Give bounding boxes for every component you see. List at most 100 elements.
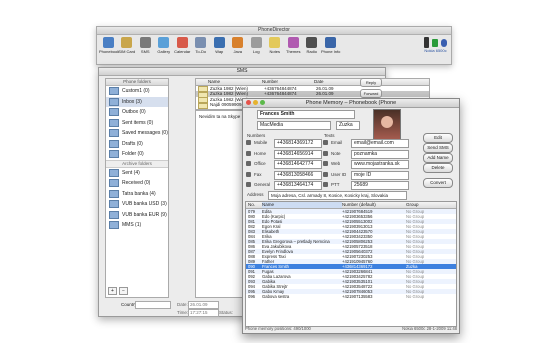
field-value[interactable]: +436814642774 (274, 160, 322, 169)
field-value[interactable]: +436814369172 (274, 139, 322, 148)
field-label: Note (331, 150, 341, 156)
folder-item[interactable]: Tatra banka (4) (106, 189, 168, 200)
add-folder-button[interactable]: + (108, 287, 117, 295)
col-group[interactable]: Group (406, 202, 454, 208)
field-value[interactable]: www.mojastranka.sk (351, 160, 409, 169)
field-value[interactable]: +436813058466 (274, 170, 322, 180)
nickname-field[interactable]: Zuzka (336, 121, 360, 130)
toolbar-item-log[interactable]: Log (247, 36, 266, 64)
toolbar-item-sms[interactable]: SMS (136, 36, 155, 64)
notes-icon (269, 37, 281, 48)
java-icon (232, 37, 244, 48)
toolbar-item-notes[interactable]: Notes (266, 36, 285, 64)
col-number[interactable]: Number (default) (342, 202, 406, 208)
toolbar-item-to-do[interactable]: To-Do (192, 36, 211, 64)
col-number[interactable]: Number (262, 79, 314, 85)
field-label: Home (254, 150, 267, 156)
time-field[interactable]: 17:27:15 (188, 309, 219, 317)
field-value[interactable]: +436814656914 (274, 149, 322, 159)
send-sms-button[interactable]: Send SMS (423, 143, 453, 153)
minimize-button[interactable] (253, 100, 258, 105)
folder-label: Sent items (0) (122, 119, 154, 126)
fax-icon (246, 171, 251, 177)
add-name-button[interactable]: Add Name (423, 153, 453, 163)
simcard-icon (121, 37, 133, 48)
toolbar-item-wap[interactable]: Wap (210, 36, 229, 64)
folder-icon (109, 139, 119, 148)
col-date[interactable]: Date (314, 79, 344, 85)
toolbar-item-gallery[interactable]: Gallery (155, 36, 174, 64)
folder-item[interactable]: Saved messages (0) (106, 128, 168, 139)
col-name[interactable]: Name (262, 202, 342, 208)
field-label: Fax (254, 171, 262, 177)
name-field[interactable]: Frances Smith (257, 110, 355, 119)
reply-button[interactable]: Reply (360, 78, 382, 87)
contact-row[interactable]: 096 Gabova sestra +421907135583 No Group (246, 294, 456, 299)
folder-label: Inbox (3) (122, 98, 142, 105)
toolbar-item-themes[interactable]: Themes (284, 36, 303, 64)
toolbar-item-radio[interactable]: Radio (303, 36, 322, 64)
delete-button[interactable]: Delete (423, 163, 453, 173)
face-shape (381, 116, 393, 128)
folder-item[interactable]: Sent (4) (106, 168, 168, 179)
radio-icon (306, 37, 318, 48)
phonebook-title-text: Phone Memory – Phonebook (Phone (305, 100, 397, 106)
folder-icon (109, 108, 119, 117)
folder-label: Folder (0) (122, 151, 144, 158)
toolbar-label: Notes (269, 49, 280, 54)
field-value[interactable]: email@email.com (351, 139, 409, 148)
field-label: Email (331, 140, 343, 145)
forward-button[interactable]: Forward (360, 89, 382, 98)
folder-item[interactable]: Folder (0) (106, 149, 168, 160)
date-field[interactable]: 26.01.09 (188, 301, 219, 309)
address-field[interactable]: Moja adresa, Csl. armady 8, Kosice, Kosi… (268, 191, 407, 200)
folder-item[interactable]: MMS (1) (106, 220, 168, 231)
field-label: Mobile (254, 140, 268, 145)
folder-label: Received (0) (122, 180, 151, 187)
phonebook-status-bar: Phone memory positions: 490/1000 Nokia 6… (245, 326, 457, 332)
toolbar-item-phonebook[interactable]: Phonebook (99, 36, 119, 64)
folder-item[interactable]: Custom1 (0) (106, 86, 168, 97)
folder-item[interactable]: VUB banka EUR (9) (106, 210, 168, 221)
field-value[interactable]: 25689 (351, 181, 409, 190)
note-icon (323, 150, 328, 156)
field-value[interactable]: moje ID (351, 170, 409, 180)
folder-item[interactable]: Inbox (3) (106, 96, 168, 107)
device-label: Nokia 6500c (424, 48, 447, 53)
country-field[interactable] (135, 301, 171, 309)
folder-icon (109, 179, 119, 188)
office-icon (246, 161, 251, 166)
convert-button[interactable]: Convert (423, 178, 453, 188)
toolbar-item-java[interactable]: Java (229, 36, 248, 64)
contact-photo[interactable] (373, 109, 401, 140)
edit-button[interactable]: Edit (423, 133, 453, 143)
date-label: Date: (177, 302, 188, 307)
zoom-button[interactable] (260, 100, 265, 105)
contact-group: No Group (406, 294, 425, 299)
remove-folder-button[interactable]: − (119, 287, 128, 295)
phonedirector-window: PhoneDirector Phonebook SIM Card SMS Galler… (96, 26, 452, 65)
field-label: Office (254, 161, 266, 166)
folder-item[interactable]: VUB banka USD (3) (106, 199, 168, 210)
numbers-label: Numbers (247, 133, 266, 138)
col-no[interactable]: No. (246, 202, 262, 208)
phoneinfo-icon (324, 37, 336, 48)
folder-item[interactable]: Received (0) (106, 178, 168, 189)
wap-icon (213, 37, 225, 48)
usb-icon (432, 39, 438, 47)
field-value[interactable]: poznamka (351, 149, 409, 159)
device-indicator[interactable]: Nokia 6500c (424, 36, 447, 54)
folder-item[interactable]: Sent items (0) (106, 118, 168, 129)
col-name[interactable]: Name (208, 79, 262, 85)
toolbar-item-calendar[interactable]: Calendar (173, 36, 192, 64)
company-field[interactable]: MacMedia (257, 121, 331, 130)
envelope-icon (198, 102, 208, 109)
folder-item[interactable]: Outbox (0) (106, 107, 168, 118)
folder-item[interactable]: Drafts (0) (106, 139, 168, 150)
toolbar-item-sim-card[interactable]: SIM Card (118, 36, 137, 64)
toolbar-item-phone-info[interactable]: Phone Info (321, 36, 340, 64)
field-label: PTT (331, 182, 340, 187)
close-button[interactable] (246, 100, 251, 105)
field-value[interactable]: +436813464174 (274, 181, 322, 190)
contact-number: +421907135583 (342, 294, 373, 299)
